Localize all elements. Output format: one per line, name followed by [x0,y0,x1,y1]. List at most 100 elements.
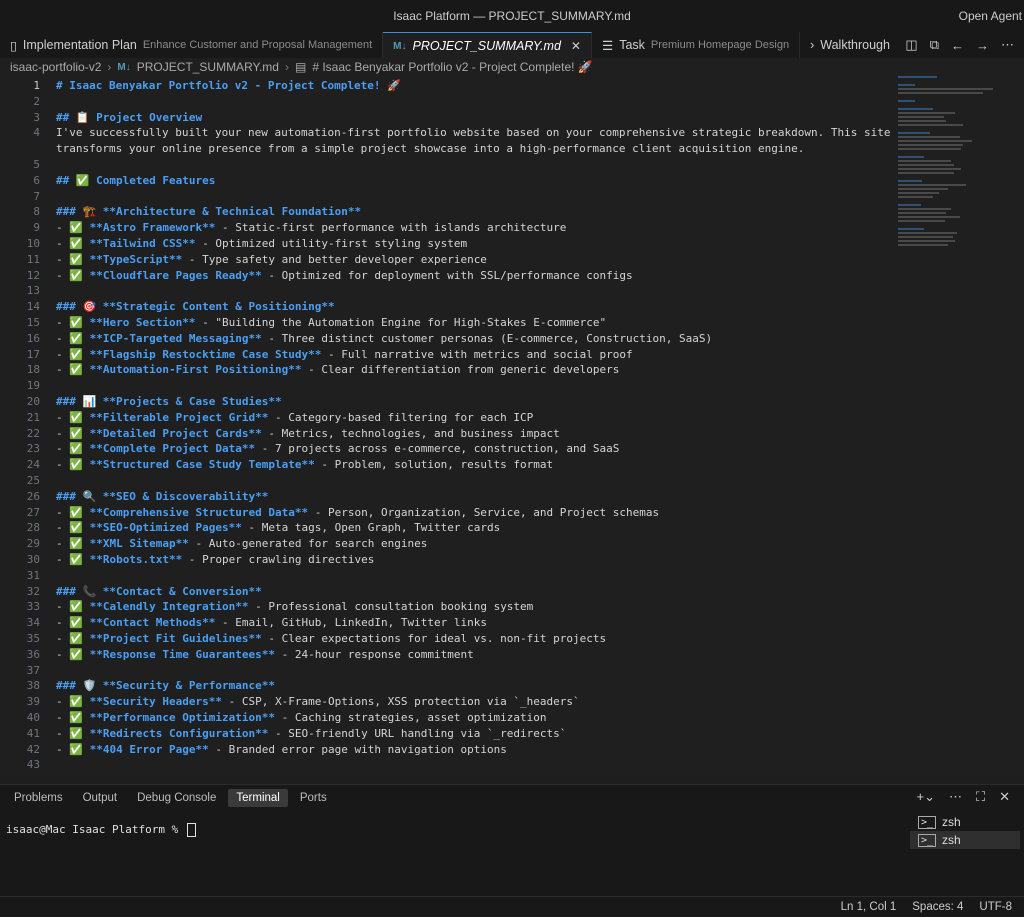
tab-implementation-plan[interactable]: ▯ Implementation Plan Enhance Customer a… [0,32,384,58]
line-number: 32 [26,584,40,598]
minimap-line [898,220,945,222]
terminal-output[interactable]: isaac@Mac Isaac Platform % [6,823,196,837]
tab-terminal[interactable]: Terminal [228,789,288,807]
code-line: ### 🛡️ **Security & Performance** [56,679,275,693]
new-terminal-icon[interactable]: +⌄ [917,789,935,805]
minimap-line [898,100,916,102]
tab-task[interactable]: ☰ Task Premium Homepage Design [592,32,801,58]
tab-ports[interactable]: Ports [292,789,335,807]
line-number: 31 [26,568,40,582]
line-number: 42 [26,742,40,756]
line-number: 4 [33,126,40,140]
minimap-line [898,92,983,94]
minimap-line [898,160,952,162]
indentation[interactable]: Spaces: 4 [912,901,963,913]
code-line: - ✅ **Automation-First Positioning** - C… [56,363,620,377]
more-icon[interactable]: ⋯ [949,789,962,805]
chevron-right-icon: › [810,38,815,52]
minimap-line [898,132,930,134]
window-title: Isaac Platform — PROJECT_SUMMARY.md [393,9,631,23]
terminal-item[interactable]: >_ zsh [910,831,1020,849]
code-line: ### 📊 **Projects & Case Studies** [56,395,282,408]
breadcrumb-file[interactable]: PROJECT_SUMMARY.md [137,60,279,74]
tab-problems[interactable]: Problems [6,789,71,807]
terminal-icon: >_ [918,833,937,847]
minimap-line [898,240,955,242]
bottom-panel: Problems Output Debug Console Terminal P… [0,784,1024,897]
minimap-line [898,76,937,78]
code-line: - ✅ **Tailwind CSS** - Optimized utility… [56,237,468,250]
status-bar: Ln 1, Col 1 Spaces: 4 UTF-8 [0,896,1024,917]
tab-walkthrough[interactable]: › Walkthrough [800,32,901,58]
code-line: - ✅ **Flagship Restocktime Case Study** … [56,347,633,361]
minimap-line [898,148,961,150]
minimap-line [898,184,966,186]
title-bar: Isaac Platform — PROJECT_SUMMARY.md Open… [0,0,1024,33]
minimap-line [898,116,944,118]
code-line: - ✅ **Comprehensive Structured Data** - … [56,505,660,519]
minimap-line [898,140,972,142]
line-number: 22 [26,426,40,440]
code-line: - ✅ **XML Sitemap** - Auto-generated for… [56,537,428,551]
minimap-line [898,144,963,146]
code-line: - ✅ **Complete Project Data** - 7 projec… [56,442,620,456]
line-number: 40 [26,711,40,724]
code-line: I've successfully built your new automat… [56,126,891,140]
breadcrumb-symbol[interactable]: # Isaac Benyakar Portfolio v2 - Project … [312,60,592,74]
line-number: 5 [33,158,40,171]
code-line: - ✅ **Structured Case Study Template** -… [56,458,554,472]
split-editor-icon[interactable]: ⧉ [930,37,939,53]
arrow-left-icon[interactable]: ← [951,38,964,53]
line-number: 43 [26,758,40,772]
line-number: 16 [26,331,40,345]
line-number: 23 [26,442,40,456]
line-number: 15 [26,316,40,329]
markdown-icon: M↓ [393,40,407,52]
arrow-right-icon[interactable]: → [976,38,989,53]
editor-actions: ◫ ⧉ ← → ⋯ [899,32,1024,58]
line-number: 11 [26,252,40,266]
line-number: 20 [26,395,40,408]
code-line: - ✅ **Contact Methods** - Email, GitHub,… [56,616,487,630]
line-number: 1 [33,79,40,92]
minimap-line [898,136,960,138]
minimap-line [898,112,955,114]
breadcrumb-folder[interactable]: isaac-portfolio-v2 [10,60,101,74]
code-line: ### 📞 **Contact & Conversion** [56,584,262,598]
terminal-name: zsh [942,833,961,847]
line-number: 41 [26,726,40,740]
close-icon[interactable]: ✕ [571,39,581,53]
terminal-icon: >_ [918,815,937,829]
tab-project-summary[interactable]: M↓ PROJECT_SUMMARY.md ✕ [383,32,592,58]
code-line: ### 🏗️ **Architecture & Technical Founda… [56,205,362,219]
line-number: 25 [26,474,40,487]
code-line: - ✅ **Calendly Integration** - Professio… [56,600,534,614]
line-number: 38 [26,679,40,693]
tab-output[interactable]: Output [75,789,126,807]
open-agent-link[interactable]: Open Agent [959,9,1022,23]
tab-debug-console[interactable]: Debug Console [129,789,224,807]
code-line: - ✅ **Detailed Project Cards** - Metrics… [56,426,560,440]
open-preview-icon[interactable]: ◫ [905,37,917,53]
minimap-line [898,196,934,198]
minimap[interactable] [898,76,1008,296]
code-line: - ✅ **ICP-Targeted Messaging** - Three d… [56,331,713,345]
code-line: transforms your online presence from a s… [56,142,805,156]
terminal-item[interactable]: >_ zsh [910,813,1020,831]
close-icon[interactable]: ✕ [999,789,1010,805]
editor-text-area[interactable]: 1 # Isaac Benyakar Portfolio v2 - Project… [0,76,1024,776]
maximize-panel-icon[interactable]: ⛶ [976,789,985,805]
minimap-line [898,164,955,166]
line-number: 26 [26,489,40,503]
more-icon[interactable]: ⋯ [1001,37,1014,53]
line-number: 7 [33,189,40,203]
minimap-line [898,108,934,110]
line-number: 2 [33,94,40,108]
minimap-line [898,120,946,122]
cursor-position[interactable]: Ln 1, Col 1 [841,901,897,913]
minimap-line [898,232,957,234]
code-line: # Isaac Benyakar Portfolio v2 - Project … [56,79,401,92]
encoding[interactable]: UTF-8 [979,901,1012,913]
line-number: 34 [26,616,40,630]
minimap-line [898,204,922,206]
